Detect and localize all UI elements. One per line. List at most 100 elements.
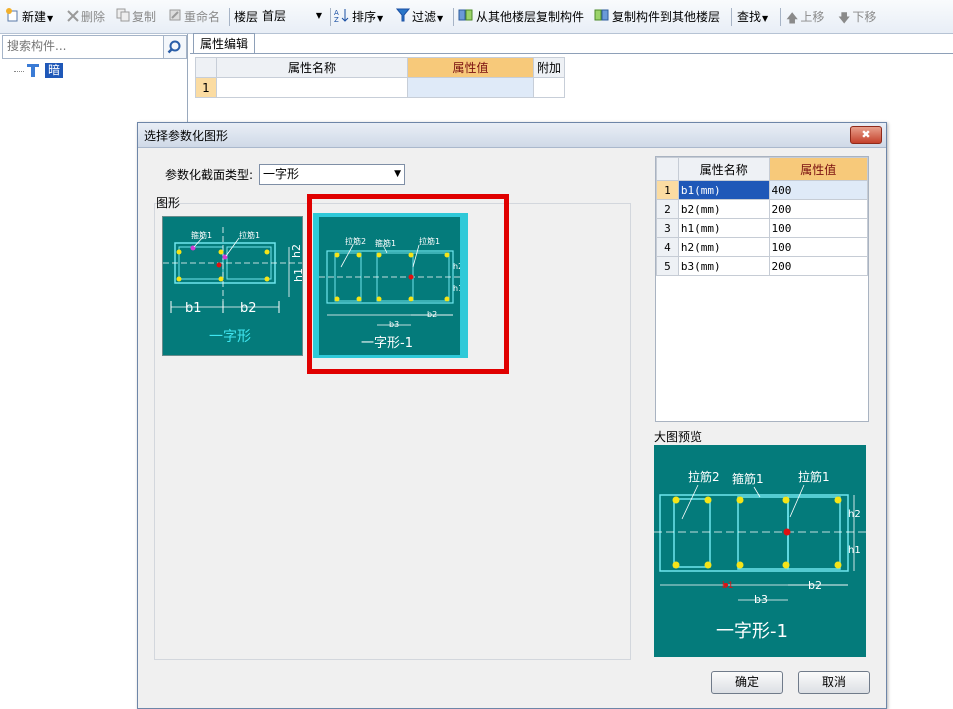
arrow-up-icon: 🡅 [786,10,799,25]
toolbar-separator [330,8,331,26]
property-grid: 属性名称 属性值 附加 1 [195,57,565,98]
close-button[interactable]: ✖ [850,126,882,144]
copy-button[interactable]: 复制 [116,8,156,26]
tie2-label: 拉筋2 [688,469,720,484]
copy-from-floor-button[interactable]: 从其他楼层复制构件 [458,8,584,26]
shape-name: 一字形 [209,329,251,345]
corner-cell [195,57,217,78]
filter-button[interactable]: 过滤▼ [395,8,444,27]
section-type-select[interactable]: 一字形 ▼ [259,164,405,185]
dim-label: h2 [290,244,302,258]
param-value-cell[interactable]: 200 [768,256,869,276]
preview-label: 大图预览 [654,430,703,444]
row-number: 1 [195,77,217,98]
param-value-cell[interactable]: 400 [768,180,869,200]
property-value-cell[interactable] [407,77,534,98]
tab-divider [190,53,953,54]
toolbar: 新建▼ 删除 复制 重命名 楼层 首层 ▼ A Z 排序▼ 过滤▼ 从其他楼层复制构件… [0,0,953,34]
toolbar-separator [731,8,732,26]
param-name-cell[interactable]: h2(mm) [677,237,770,257]
move-up-button[interactable]: 🡅 上移 [786,8,824,26]
dialog-title: 选择参数化图形 [144,129,229,143]
arrow-down-icon: 🡇 [838,10,851,25]
move-down-button[interactable]: 🡇 下移 [838,8,876,26]
row-number: 4 [656,237,679,257]
chevron-down-icon: ▼ [437,14,444,23]
column-icon [27,64,39,77]
property-extra-cell[interactable] [533,77,565,98]
svg-text:Z: Z [334,16,339,22]
shape-thumbnail[interactable]: 箍筋1 拉筋1 b1 b2 h1 h2 一字形 [162,216,305,356]
param-value-cell[interactable]: 100 [768,218,869,238]
stirrup-label: 箍筋1 [732,471,764,486]
tie-label: 拉筋1 [798,469,830,484]
column-header[interactable]: 附加 [533,57,565,78]
dim-label: b1 [722,581,733,591]
delete-button[interactable]: 删除 [67,8,105,26]
dim-label: h2 [848,509,861,520]
tie-label: 拉筋1 [239,230,260,240]
column-header[interactable]: 属性值 [407,57,534,78]
dim-label: b2 [808,579,822,592]
row-number: 1 [656,180,679,200]
column-header[interactable]: 属性值 [768,157,869,181]
param-name-cell[interactable]: b3(mm) [677,256,770,276]
chevron-down-icon: ▼ [377,14,384,23]
property-name-cell[interactable] [216,77,408,98]
corner-cell [656,157,679,181]
row-number: 2 [656,199,679,219]
rename-button[interactable]: 重命名 [168,8,220,26]
search-button[interactable] [163,35,187,59]
shape-name: 一字形-1 [716,621,788,642]
floor-select[interactable]: 首层 ▼ [262,7,324,25]
dim-label: b1 [185,301,202,316]
ok-button[interactable]: 确定 [711,671,783,694]
sort-az-icon: AZ [334,8,350,27]
param-name-cell[interactable]: b1(mm) [677,180,770,200]
param-name-cell[interactable]: b2(mm) [677,199,770,219]
shapes-group-label: 图形 [156,196,181,210]
dim-label: h1 [292,268,302,282]
large-preview: 拉筋2 箍筋1 拉筋1 b1 b3 b2 h2 h1 一字形-1 [654,445,866,657]
param-value-cell[interactable]: 100 [768,237,869,257]
copy-to-floor-icon [594,8,610,27]
param-value-cell[interactable]: 200 [768,199,869,219]
copy-from-floor-icon [458,8,474,27]
copy-to-floor-button[interactable]: 复制构件到其他楼层 [594,8,720,26]
tab-property-edit[interactable]: 属性编辑 [193,33,255,54]
sort-button[interactable]: A Z 排序▼ [334,8,383,26]
dim-label: h1 [848,545,861,556]
search-icon [167,40,181,54]
cancel-button[interactable]: 取消 [798,671,870,694]
parameter-grid: 属性名称 属性值 1 b1(mm) 400 2 b2(mm) 200 3 h1(… [656,157,869,276]
tree-connector [14,71,24,72]
shape-drawing: 箍筋1 拉筋1 b1 b2 h1 h2 一字形 [163,227,305,345]
toolbar-separator [229,8,230,26]
delete-icon [67,9,79,27]
chevron-down-icon: ▼ [394,169,401,179]
copy-icon [116,8,130,27]
new-icon [6,8,20,27]
find-button[interactable]: 查找▼ [737,8,768,26]
toolbar-separator [453,8,454,26]
row-number: 3 [656,218,679,238]
highlight-frame [307,194,509,374]
select-parametric-shape-dialog: 选择参数化图形 ✖ 参数化截面类型: 一字形 ▼ 图形 箍筋1 拉筋1 b1 b… [137,122,887,709]
dialog-titlebar: 选择参数化图形 ✖ [138,123,886,148]
param-name-cell[interactable]: h1(mm) [677,218,770,238]
tree-item-label: 暗柱 [45,63,64,92]
dim-label: b3 [754,593,768,606]
search-field[interactable] [2,35,164,59]
floor-label: 楼层 [234,10,259,24]
search-input[interactable] [3,36,161,56]
parameter-grid-panel: 属性名称 属性值 1 b1(mm) 400 2 b2(mm) 200 3 h1(… [655,156,869,422]
chevron-down-icon: ▼ [762,14,769,23]
preview-drawing: 拉筋2 箍筋1 拉筋1 b1 b3 b2 h2 h1 一字形-1 [654,469,866,642]
new-button[interactable]: 新建▼ [6,8,53,26]
rename-icon [168,8,182,27]
filter-icon [395,8,411,27]
stirrup-label: 箍筋1 [191,230,212,240]
column-header[interactable]: 属性名称 [216,57,408,78]
column-header[interactable]: 属性名称 [677,157,770,181]
section-type-label: 参数化截面类型: [165,168,254,182]
